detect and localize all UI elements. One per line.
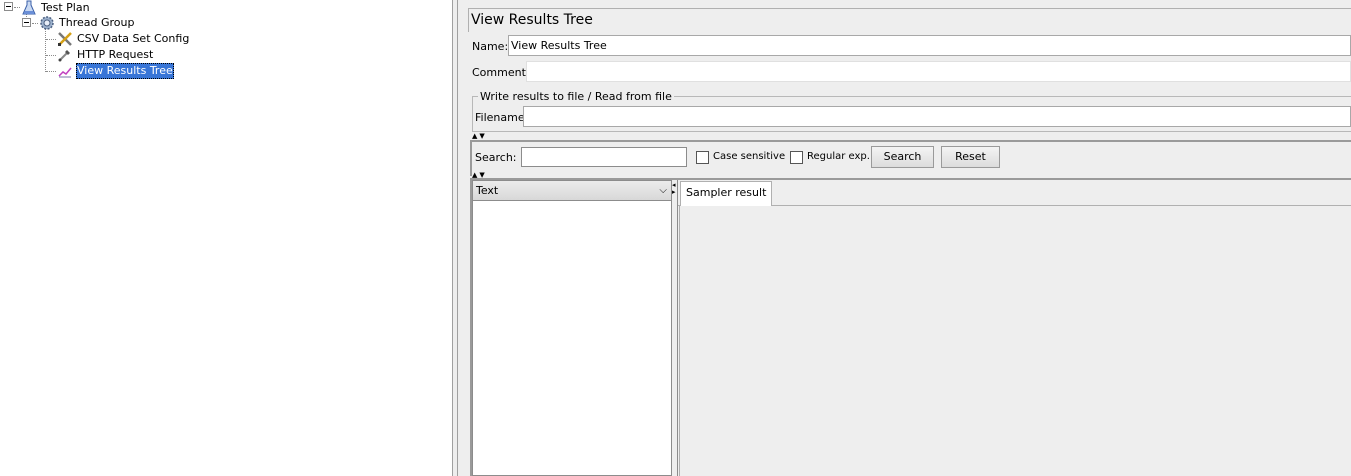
name-label: Name: (472, 40, 509, 53)
renderer-selected: Text (476, 184, 499, 197)
search-button[interactable]: Search (871, 146, 934, 168)
tree-connector (45, 27, 46, 72)
results-splitter[interactable]: ◂ ▸ (672, 180, 678, 476)
renderer-dropdown[interactable]: Text ⌵ (473, 181, 671, 201)
tree-node-label: Test Plan (41, 1, 90, 14)
test-plan-tree: Test Plan Thread Group CSV Data Set Conf… (0, 0, 452, 476)
pipette-icon (58, 50, 70, 62)
filename-field[interactable] (523, 106, 1351, 127)
name-field[interactable]: View Results Tree (508, 35, 1351, 56)
tree-node-csv-data-set-config[interactable]: CSV Data Set Config (57, 31, 190, 47)
tree-connector (46, 55, 56, 56)
sample-result-list[interactable]: Text ⌵ (472, 180, 672, 476)
tree-node-http-request[interactable]: HTTP Request (57, 47, 154, 63)
tree-connector (46, 71, 56, 72)
tree-connector (32, 23, 38, 24)
reset-button[interactable]: Reset (941, 146, 1000, 168)
collapse-toggle-test-plan[interactable] (4, 2, 13, 11)
wrench-screwdriver-icon (58, 32, 72, 46)
splitter-arrows[interactable]: ▲▼ (472, 132, 487, 140)
regular-exp-checkbox[interactable] (790, 151, 803, 164)
element-editor-panel: View Results Tree Name: View Results Tre… (458, 0, 1351, 476)
panel-title: View Results Tree (471, 12, 593, 28)
tree-node-label: View Results Tree (76, 63, 174, 79)
regular-exp-label: Regular exp. (807, 151, 870, 162)
tree-node-thread-group[interactable]: Thread Group (39, 15, 135, 31)
gear-icon (40, 16, 54, 30)
result-tab-strip: Sampler result (678, 180, 1351, 206)
chevron-down-icon: ⌵ (659, 185, 667, 196)
flask-icon (22, 0, 36, 15)
filename-label: Filename (475, 111, 525, 124)
tree-node-label: HTTP Request (77, 48, 154, 61)
sampler-result-content (679, 206, 1351, 476)
tree-node-label: CSV Data Set Config (77, 32, 190, 45)
tree-node-test-plan[interactable]: Test Plan (21, 0, 91, 16)
listener-chart-icon (58, 67, 72, 78)
collapse-toggle-thread-group[interactable] (22, 18, 31, 27)
tab-sampler-result[interactable]: Sampler result (680, 181, 773, 206)
search-label: Search: (475, 151, 517, 164)
search-input[interactable] (521, 147, 687, 167)
case-sensitive-checkbox[interactable] (696, 151, 709, 164)
comments-field[interactable] (526, 61, 1351, 82)
tree-connector (14, 7, 20, 8)
file-group-title: Write results to file / Read from file (478, 90, 674, 103)
tree-node-label: Thread Group (59, 16, 135, 29)
case-sensitive-label: Case sensitive (713, 151, 786, 162)
jmeter-window: Test Plan Thread Group CSV Data Set Conf… (0, 0, 1351, 476)
tree-node-view-results-tree[interactable]: View Results Tree (57, 63, 174, 79)
panel-title-box: View Results Tree (468, 8, 1351, 32)
tree-connector (46, 39, 56, 40)
